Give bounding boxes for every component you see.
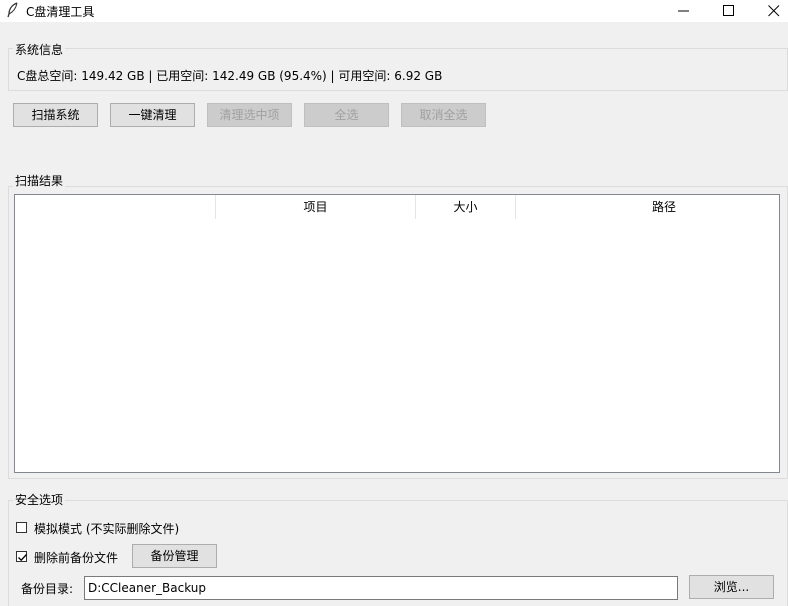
close-button[interactable] [751,0,788,22]
column-header-tree[interactable] [15,195,215,219]
deselect-all-button[interactable]: 取消全选 [401,103,486,127]
browse-button[interactable]: 浏览... [689,575,774,599]
backup-before-delete-checkbox-box[interactable] [16,551,27,562]
column-header-size[interactable]: 大小 [415,195,515,219]
backup-before-delete-checkbox[interactable]: 删除前备份文件 [16,548,136,566]
select-all-button[interactable]: 全选 [304,103,389,127]
feather-icon [6,2,20,18]
simulate-mode-checkbox-box[interactable] [16,522,27,533]
simulate-mode-label: 模拟模式 (不实际删除文件) [34,522,180,536]
backup-manage-button[interactable]: 备份管理 [132,544,217,568]
scan-system-button[interactable]: 扫描系统 [13,103,98,127]
window-title: C盘清理工具 [26,5,95,19]
column-header-path[interactable]: 路径 [515,195,779,219]
scan-results-frame-label: 扫描结果 [13,172,66,189]
checkmark-icon [18,554,27,562]
simulate-mode-checkbox[interactable]: 模拟模式 (不实际删除文件) [16,519,236,537]
column-header-item[interactable]: 项目 [215,195,415,219]
close-icon [768,5,780,17]
minimize-icon [678,10,689,12]
one-click-clean-button[interactable]: 一键清理 [110,103,195,127]
maximize-icon [723,5,734,16]
title-bar[interactable]: C盘清理工具 [0,0,788,22]
backup-dir-input[interactable]: D:CCleaner_Backup [84,576,678,600]
safety-options-frame-label: 安全选项 [13,491,66,508]
backup-dir-label: 备份目录: [21,582,74,596]
scan-results-table[interactable]: 项目 大小 路径 [14,194,780,473]
disk-summary-text: C盘总空间: 149.42 GB | 已用空间: 142.49 GB (95.4… [17,69,443,83]
clean-selected-button[interactable]: 清理选中项 [207,103,292,127]
minimize-button[interactable] [661,0,707,22]
maximize-button[interactable] [706,0,752,22]
system-info-frame-label: 系统信息 [13,41,66,58]
backup-before-delete-label: 删除前备份文件 [34,551,119,565]
